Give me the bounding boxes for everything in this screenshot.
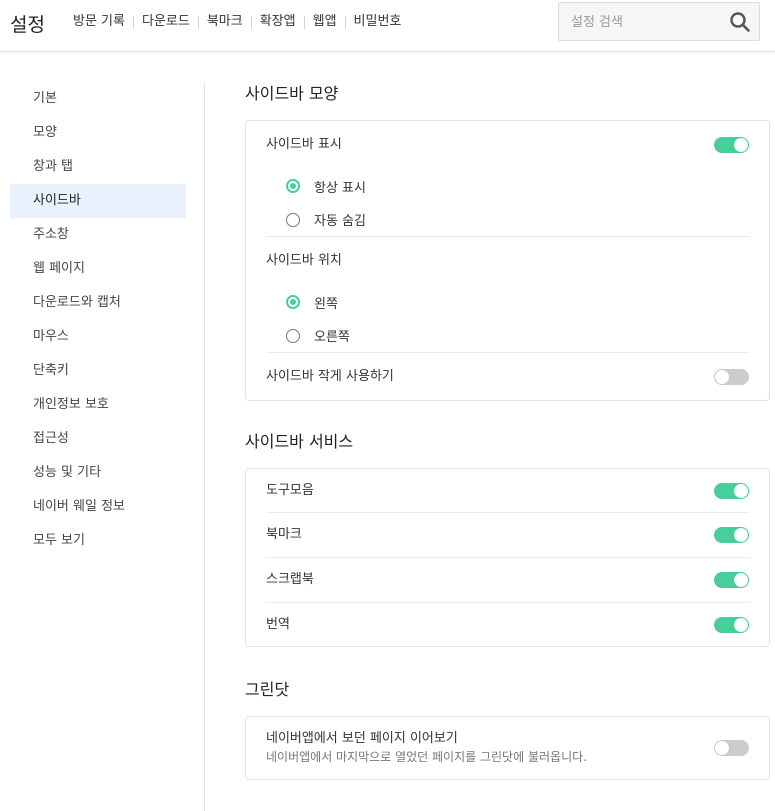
page-title: 설정 bbox=[10, 14, 45, 36]
sidebar-item-privacy[interactable]: 개인정보 보호 bbox=[10, 388, 186, 422]
toggle-knob bbox=[715, 741, 729, 755]
radio-position-left[interactable]: 왼쪽 bbox=[266, 285, 749, 319]
radio-position-right-indicator[interactable] bbox=[286, 328, 300, 343]
toggle-knob bbox=[734, 483, 748, 498]
show-sidebar-toggle[interactable] bbox=[714, 137, 749, 153]
toggle-knob bbox=[734, 617, 748, 632]
setting-row-compact-sidebar: 사이드바 작게 사용하기 bbox=[266, 353, 749, 400]
section-title-sidebar-services: 사이드바 서비스 bbox=[245, 432, 354, 451]
compact-sidebar-toggle[interactable] bbox=[714, 368, 749, 385]
radio-always-show-indicator[interactable] bbox=[286, 179, 300, 193]
continue-viewing-description: 네이버앱에서 마지막으로 열었던 페이지를 그린닷에 불러옵니다. bbox=[266, 750, 587, 764]
sidebar-item-sidebar[interactable]: 사이드바 bbox=[10, 184, 186, 218]
top-nav: 방문 기록 다운로드 북마크 확장앱 웹앱 비밀번호 bbox=[65, 13, 409, 31]
service-bookmark-label: 북마크 bbox=[266, 527, 302, 542]
section-title-sidebar-appearance: 사이드바 모양 bbox=[245, 84, 339, 103]
service-bookmark-toggle[interactable] bbox=[714, 527, 749, 543]
sidebar-item-mouse[interactable]: 마우스 bbox=[10, 320, 186, 354]
card-greendot: 네이버앱에서 보던 페이지 이어보기 네이버앱에서 마지막으로 열었던 페이지를… bbox=[245, 716, 770, 780]
search-box bbox=[558, 2, 760, 41]
radio-always-show-label: 항상 표시 bbox=[314, 180, 366, 196]
nav-history[interactable]: 방문 기록 bbox=[65, 13, 133, 31]
main-content: 사이드바 모양 사이드바 표시 항상 표시 자동 숨김 사이드바 위치 왼쪽 오… bbox=[245, 82, 770, 780]
toggle-knob bbox=[734, 528, 748, 542]
setting-row-bookmark: 북마크 bbox=[266, 513, 749, 558]
sidebar-item-performance[interactable]: 성능 및 기타 bbox=[10, 456, 186, 490]
continue-viewing-toggle[interactable] bbox=[714, 740, 749, 756]
sidebar-item-address-bar[interactable]: 주소창 bbox=[10, 218, 186, 252]
card-sidebar-services: 도구모음 북마크 스크랩북 번역 bbox=[245, 468, 770, 647]
sidebar-item-downloads-capture[interactable]: 다운로드와 캡처 bbox=[10, 286, 186, 320]
nav-bookmarks[interactable]: 북마크 bbox=[199, 13, 251, 31]
nav-downloads[interactable]: 다운로드 bbox=[134, 13, 198, 31]
radio-position-right[interactable]: 오른쪽 bbox=[266, 319, 749, 353]
card-sidebar-appearance: 사이드바 표시 항상 표시 자동 숨김 사이드바 위치 왼쪽 오른쪽 사이드바 … bbox=[245, 120, 770, 401]
continue-viewing-text: 네이버앱에서 보던 페이지 이어보기 네이버앱에서 마지막으로 열었던 페이지를… bbox=[266, 730, 587, 766]
setting-row-translate: 번역 bbox=[266, 603, 749, 646]
service-translate-label: 번역 bbox=[266, 616, 290, 632]
sidebar-position-label: 사이드바 위치 bbox=[266, 253, 342, 268]
service-toolbar-label: 도구모음 bbox=[266, 482, 314, 498]
sidebar-item-about[interactable]: 네이버 웨일 정보 bbox=[10, 490, 186, 524]
radio-position-left-indicator[interactable] bbox=[286, 295, 300, 309]
service-translate-toggle[interactable] bbox=[714, 616, 749, 633]
toggle-knob bbox=[715, 369, 729, 384]
nav-extensions[interactable]: 확장앱 bbox=[252, 13, 304, 31]
sidebar-item-accessibility[interactable]: 접근성 bbox=[10, 422, 186, 456]
vertical-divider bbox=[204, 82, 205, 811]
search-icon[interactable] bbox=[729, 11, 751, 33]
sidebar-item-windows-tabs[interactable]: 창과 탭 bbox=[10, 150, 186, 184]
radio-auto-hide-indicator[interactable] bbox=[286, 212, 300, 227]
toggle-knob bbox=[734, 138, 748, 152]
service-toolbar-toggle[interactable] bbox=[714, 482, 749, 499]
sidebar-item-web-page[interactable]: 웹 페이지 bbox=[10, 252, 186, 286]
setting-row-scrapbook: 스크랩북 bbox=[266, 558, 749, 603]
section-title-greendot: 그린닷 bbox=[245, 680, 290, 699]
search-input[interactable] bbox=[571, 11, 721, 33]
radio-auto-hide[interactable]: 자동 숨김 bbox=[266, 203, 749, 237]
setting-row-show-sidebar: 사이드바 표시 bbox=[266, 121, 749, 169]
radio-always-show[interactable]: 항상 표시 bbox=[266, 169, 749, 203]
nav-webapps[interactable]: 웹앱 bbox=[305, 13, 345, 31]
sidebar-item-view-all[interactable]: 모두 보기 bbox=[10, 524, 186, 558]
sidebar-item-appearance[interactable]: 모양 bbox=[10, 116, 186, 150]
service-scrapbook-label: 스크랩북 bbox=[266, 572, 314, 587]
sidebar-item-basic[interactable]: 기본 bbox=[10, 82, 186, 116]
nav-passwords[interactable]: 비밀번호 bbox=[346, 13, 410, 31]
show-sidebar-label: 사이드바 표시 bbox=[266, 137, 342, 152]
continue-viewing-label: 네이버앱에서 보던 페이지 이어보기 bbox=[266, 731, 458, 746]
sidebar-item-shortcuts[interactable]: 단축키 bbox=[10, 354, 186, 388]
service-scrapbook-toggle[interactable] bbox=[714, 572, 749, 588]
header: 설정 방문 기록 다운로드 북마크 확장앱 웹앱 비밀번호 bbox=[0, 0, 775, 52]
toggle-knob bbox=[734, 573, 748, 587]
sidebar-nav: 기본 모양 창과 탭 사이드바 주소창 웹 페이지 다운로드와 캡처 마우스 단… bbox=[10, 82, 186, 558]
radio-position-left-label: 왼쪽 bbox=[314, 296, 338, 312]
setting-row-sidebar-position: 사이드바 위치 bbox=[266, 237, 749, 285]
setting-row-continue-viewing: 네이버앱에서 보던 페이지 이어보기 네이버앱에서 마지막으로 열었던 페이지를… bbox=[266, 717, 749, 779]
radio-position-right-label: 오른쪽 bbox=[314, 330, 350, 345]
compact-sidebar-label: 사이드바 작게 사용하기 bbox=[266, 368, 394, 384]
radio-auto-hide-label: 자동 숨김 bbox=[314, 214, 366, 229]
setting-row-toolbar: 도구모음 bbox=[266, 469, 749, 513]
